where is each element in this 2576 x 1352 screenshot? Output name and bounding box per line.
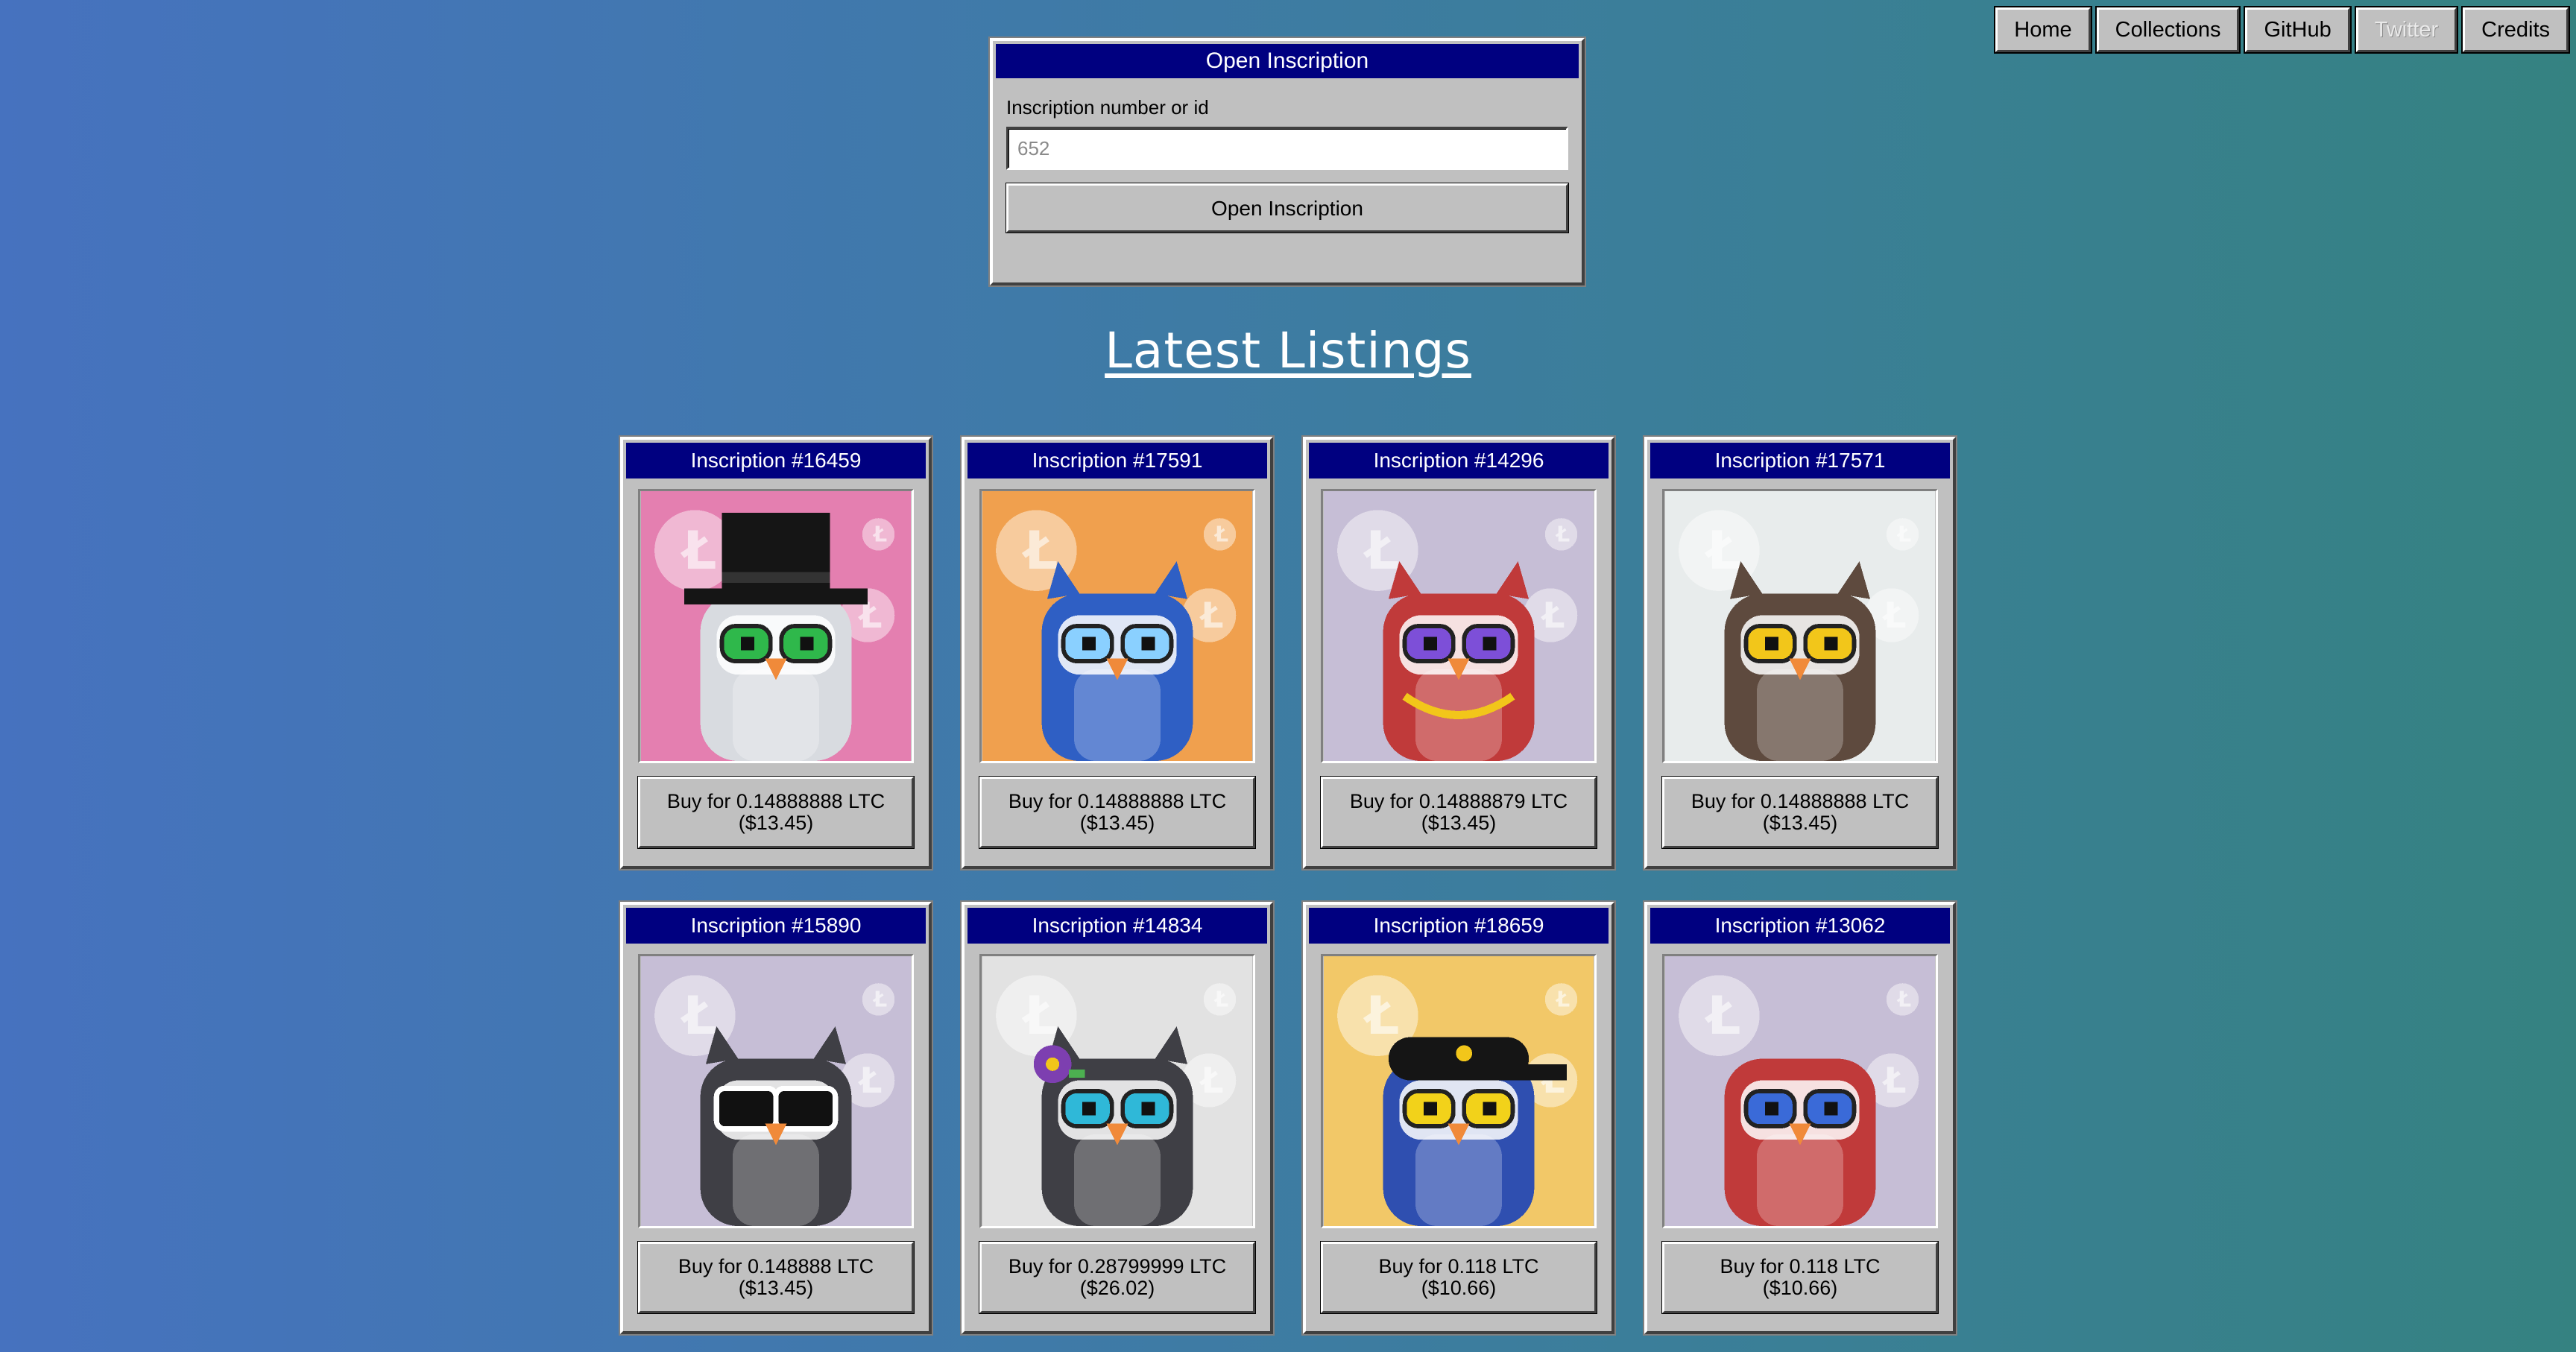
svg-text:Ł: Ł [1555, 988, 1570, 1012]
listing-card: Inscription #17591 Ł Ł Ł Buy for 0.148888… [962, 437, 1273, 869]
buy-button[interactable]: Buy for 0.118 LTC ($10.66) [1662, 1242, 1938, 1313]
listing-image[interactable]: Ł Ł Ł [638, 954, 914, 1228]
buy-button[interactable]: Buy for 0.14888888 LTC ($13.45) [1662, 777, 1938, 848]
listing-card: Inscription #17571 Ł Ł Ł Buy for 0.148888… [1644, 437, 1956, 869]
nav-home-button[interactable]: Home [1995, 7, 2091, 52]
listing-card: Inscription #15890 Ł Ł Ł Buy for 0.148888… [620, 902, 932, 1334]
listing-card: Inscription #14834 Ł Ł Ł Buy for 0.287999… [962, 902, 1273, 1334]
svg-text:Ł: Ł [872, 988, 887, 1012]
nav-credits-button[interactable]: Credits [2463, 7, 2569, 52]
buy-button[interactable]: Buy for 0.148888 LTC ($13.45) [638, 1242, 914, 1313]
svg-text:Ł: Ł [1199, 596, 1223, 636]
open-inscription-window: Open Inscription Inscription number or i… [990, 38, 1585, 285]
svg-text:Ł: Ł [1021, 519, 1058, 581]
svg-text:Ł: Ł [1021, 985, 1058, 1046]
open-inscription-title: Open Inscription [996, 44, 1579, 78]
listing-title: Inscription #17571 [1650, 443, 1950, 478]
listing-title: Inscription #14296 [1309, 443, 1609, 478]
svg-text:Ł: Ł [1363, 519, 1399, 581]
buy-button[interactable]: Buy for 0.14888888 LTC ($13.45) [638, 777, 914, 848]
svg-text:Ł: Ł [1896, 988, 1911, 1012]
nav-collections-button[interactable]: Collections [2096, 7, 2240, 52]
svg-text:Ł: Ł [872, 522, 887, 547]
listing-image[interactable]: Ł Ł Ł [1321, 954, 1597, 1228]
svg-text:Ł: Ł [1896, 522, 1911, 547]
listing-image[interactable]: Ł Ł Ł [979, 954, 1255, 1228]
buy-button[interactable]: Buy for 0.118 LTC ($10.66) [1321, 1242, 1597, 1313]
listing-image[interactable]: Ł Ł Ł [1662, 489, 1938, 763]
svg-text:Ł: Ł [1555, 522, 1570, 547]
svg-text:Ł: Ł [1213, 522, 1228, 547]
svg-text:Ł: Ł [1881, 1061, 1906, 1102]
nav-github-button[interactable]: GitHub [2245, 7, 2350, 52]
listing-title: Inscription #17591 [967, 443, 1267, 478]
svg-text:Ł: Ł [857, 1061, 882, 1102]
svg-text:Ł: Ł [1363, 985, 1399, 1046]
nav-twitter-button[interactable]: Twitter [2355, 7, 2457, 52]
listing-title: Inscription #18659 [1309, 908, 1609, 944]
inscription-field-label: Inscription number or id [1006, 96, 1209, 119]
listing-title: Inscription #15890 [626, 908, 926, 944]
listing-card: Inscription #14296 Ł Ł Ł Buy for 0.148888… [1303, 437, 1614, 869]
listing-card: Inscription #18659 Ł Ł Ł Buy for 0.118 LT… [1303, 902, 1614, 1334]
svg-text:Ł: Ł [1704, 985, 1740, 1046]
listing-card: Inscription #13062 Ł Ł Ł Buy for 0.118 LT… [1644, 902, 1956, 1334]
listing-image[interactable]: Ł Ł Ł [979, 489, 1255, 763]
svg-text:Ł: Ł [1199, 1061, 1223, 1102]
inscription-input[interactable] [1006, 127, 1568, 170]
svg-text:Ł: Ł [1213, 988, 1228, 1012]
buy-button[interactable]: Buy for 0.28799999 LTC ($26.02) [979, 1242, 1255, 1313]
svg-text:Ł: Ł [1704, 519, 1740, 581]
svg-text:Ł: Ł [680, 519, 716, 581]
top-nav: Home Collections GitHub Twitter Credits [1995, 7, 2569, 52]
buy-button[interactable]: Buy for 0.14888888 LTC ($13.45) [979, 777, 1255, 848]
listing-image[interactable]: Ł Ł Ł [1662, 954, 1938, 1228]
open-inscription-button[interactable]: Open Inscription [1006, 183, 1568, 233]
buy-button[interactable]: Buy for 0.14888879 LTC ($13.45) [1321, 777, 1597, 848]
svg-text:Ł: Ł [1881, 596, 1906, 636]
listing-title: Inscription #14834 [967, 908, 1267, 944]
listing-title: Inscription #16459 [626, 443, 926, 478]
svg-text:Ł: Ł [1540, 596, 1565, 636]
listing-image[interactable]: Ł Ł Ł [638, 489, 914, 763]
listing-card: Inscription #16459 Ł Ł Ł Buy for 0.148888… [620, 437, 932, 869]
listing-title: Inscription #13062 [1650, 908, 1950, 944]
svg-text:Ł: Ł [680, 985, 716, 1046]
listing-image[interactable]: Ł Ł Ł [1321, 489, 1597, 763]
latest-listings-heading[interactable]: Latest Listings [0, 322, 2576, 379]
